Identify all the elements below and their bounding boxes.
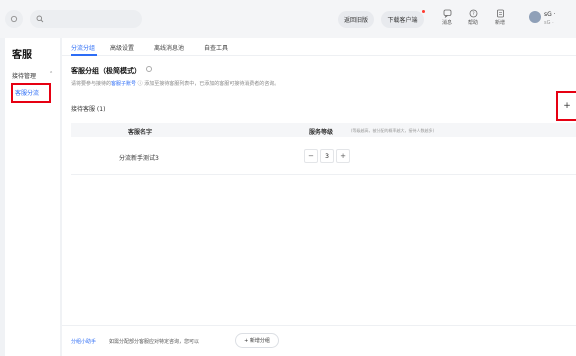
- column-header-level-note: (等级越高，被分配的概率越大，接待人数越多): [351, 128, 435, 133]
- sub-account-link[interactable]: 客服子账号: [111, 81, 136, 87]
- help-label: 帮助: [467, 20, 478, 26]
- notification-dot: [422, 10, 425, 13]
- section-description: 请将要参与接待的客服子账号 ⓘ 添加至接待客服列表中，已添加的客服可接待消费者的…: [71, 80, 279, 87]
- group-assistant-link[interactable]: 分组小助手: [71, 338, 96, 345]
- footer-hint: 如需分配部分客服应对特定咨询，您可以: [109, 339, 200, 345]
- add-staff-button[interactable]: +: [556, 91, 576, 121]
- desc-suffix: ⓘ 添加至接待客服列表中，已添加的客服可接待消费者的咨询。: [136, 81, 280, 87]
- staff-name: 分流新手测试3: [119, 155, 159, 162]
- help-button[interactable]: ? 帮助: [463, 9, 483, 26]
- info-icon[interactable]: [146, 66, 152, 72]
- table-row: 分流新手测试3 − 3 +: [71, 138, 576, 175]
- increment-button[interactable]: +: [336, 149, 350, 163]
- new-label: 新增: [494, 20, 505, 26]
- tab-offline-message-pool[interactable]: 离线消息池: [154, 43, 184, 52]
- home-button[interactable]: [5, 10, 23, 28]
- search-icon: [36, 15, 44, 23]
- tab-diversion-group[interactable]: 分流分组: [71, 43, 95, 52]
- new-button[interactable]: 新增: [490, 9, 510, 26]
- messages-button[interactable]: 消息: [437, 9, 457, 26]
- tab-advanced-settings[interactable]: 高级设置: [110, 43, 134, 52]
- decrement-button[interactable]: −: [304, 149, 318, 163]
- active-tab-indicator: [71, 54, 97, 56]
- back-to-old-version-button[interactable]: 返回旧版: [338, 11, 374, 28]
- messages-label: 消息: [441, 20, 452, 26]
- sidebar-title: 客服: [12, 50, 32, 61]
- desc-prefix: 请将要参与接待的: [71, 81, 112, 87]
- search-input[interactable]: [30, 10, 142, 28]
- help-icon: ?: [469, 9, 477, 18]
- service-level-value[interactable]: 3: [320, 149, 334, 163]
- avatar[interactable]: [529, 11, 541, 23]
- service-level-stepper: − 3 +: [304, 149, 350, 163]
- download-client-button[interactable]: 下载客户端: [381, 11, 424, 28]
- main-panel: 分流分组 高级设置 离线消息池 自查工具 客服分组（极简模式） 请将要参与接待的…: [62, 38, 576, 356]
- sidebar-group-reception[interactable]: 接待管理: [12, 71, 36, 80]
- home-icon: [10, 15, 18, 23]
- tab-self-check-tools[interactable]: 自查工具: [204, 43, 228, 52]
- highlight-box-sidebar: [11, 83, 51, 103]
- column-header-service-level: 服务等级: [309, 129, 334, 136]
- column-header-name: 客服名字: [128, 129, 153, 136]
- new-icon: [496, 9, 504, 18]
- tab-bar: 分流分组 高级设置 离线消息池 自查工具: [62, 38, 576, 56]
- chevron-up-icon[interactable]: ⌃: [49, 71, 53, 77]
- add-group-button[interactable]: + 新增分组: [235, 333, 279, 348]
- user-subtitle: sG ·: [544, 20, 554, 26]
- reception-staff-count: 接待客服 (1): [71, 106, 106, 113]
- table-header: 客服名字 服务等级 (等级越高，被分配的概率越大，接待人数越多): [71, 123, 576, 137]
- user-name: sG ·: [544, 11, 556, 18]
- section-title: 客服分组（极简模式）: [71, 67, 141, 75]
- footer-bar: 分组小助手 如需分配部分客服应对特定咨询，您可以 + 新增分组: [62, 325, 576, 356]
- top-bar: 返回旧版 下载客户端 消息 ? 帮助 新增 sG · sG ·: [0, 0, 576, 38]
- message-icon: [443, 9, 451, 18]
